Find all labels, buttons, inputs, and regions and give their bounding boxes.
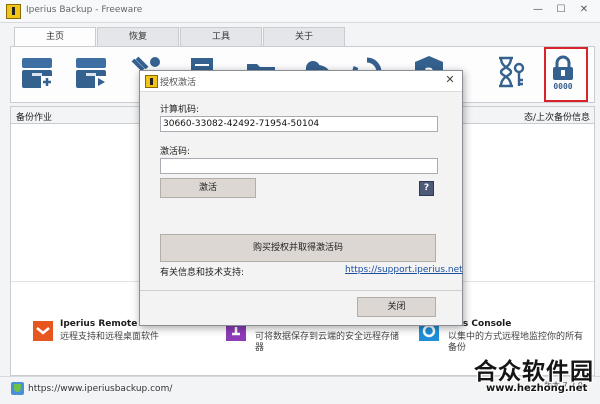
tab-home[interactable]: 主页 [14, 27, 96, 48]
site-watermark: 合众软件园 www.hezhong.net [474, 352, 598, 400]
promo-console-desc: 以集中的方式远程地监控你的所有备份 [448, 332, 584, 353]
maximize-button[interactable]: ☐ [553, 3, 569, 17]
activation-code-input[interactable] [160, 158, 438, 174]
app-window: Iperius Backup - Freeware — ☐ ✕ 主页 恢复 工具… [0, 0, 600, 404]
close-button[interactable]: 关闭 [357, 297, 436, 317]
new-backup-job-icon[interactable] [21, 54, 53, 90]
tab-about[interactable]: 关于 [263, 27, 345, 46]
column-backup-jobs[interactable]: 备份作业 [16, 110, 52, 123]
dialog-title-bar: 授权激活 ✕ [140, 71, 462, 92]
machine-code-field[interactable]: 30660-33082-42492-71954-50104 [160, 116, 438, 132]
activation-code-label: 激活码: [160, 147, 191, 157]
tab-restore[interactable]: 恢复 [97, 27, 179, 46]
dialog-app-icon [145, 75, 158, 88]
minimize-button[interactable]: — [530, 3, 546, 17]
watermark-url: www.hezhong.net [486, 383, 588, 394]
status-url[interactable]: https://www.iperiusbackup.com/ [28, 384, 172, 394]
support-label: 有关信息和技术支持: [160, 268, 245, 278]
column-status-last-backup[interactable]: 态/上次备份信息 [524, 110, 590, 123]
help-icon[interactable]: ? [419, 181, 434, 196]
security-shield-icon [11, 382, 24, 395]
buy-license-button[interactable]: 购买授权并取得激活码 [160, 234, 436, 262]
iperius-app-icon [6, 4, 21, 19]
watermark-title: 合众软件园 [474, 359, 594, 385]
promo-remote-desc: 远程支持和远程桌面软件 [60, 332, 160, 342]
iperius-remote-icon[interactable] [33, 321, 53, 341]
machine-code-label: 计算机码: [160, 105, 200, 115]
dialog-close-icon[interactable]: ✕ [443, 73, 457, 87]
promo-storage-desc: 可将数据保存到云端的安全远程存储器 [255, 332, 400, 353]
title-bar: Iperius Backup - Freeware — ☐ ✕ [0, 0, 600, 23]
promo-remote-title[interactable]: Iperius Remote [60, 319, 137, 329]
support-link[interactable]: https://support.iperius.net [345, 265, 463, 275]
dialog-title: 授权激活 [160, 78, 197, 88]
hourglass-key-icon[interactable] [495, 54, 527, 90]
close-window-button[interactable]: ✕ [576, 3, 592, 17]
run-backup-job-icon[interactable] [75, 54, 107, 90]
tab-tools[interactable]: 工具 [180, 27, 262, 46]
activate-button[interactable]: 激活 [160, 178, 256, 198]
window-title: Iperius Backup - Freeware [26, 5, 143, 15]
dialog-divider [140, 290, 462, 291]
license-activation-dialog: 授权激活 ✕ 计算机码: 30660-33082-42492-71954-501… [139, 70, 463, 326]
license-highlight-box [544, 47, 588, 102]
